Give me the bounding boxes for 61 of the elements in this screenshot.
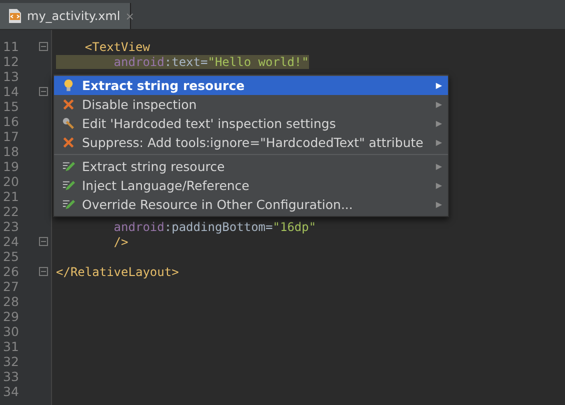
line-number: 26 [2,264,20,279]
wrench-icon [62,117,74,130]
code-token: <TextView [84,40,150,54]
menu-item[interactable]: Disable inspection ▶ [54,95,448,114]
line-number: 20 [2,174,20,189]
line-number: 12 [2,54,20,69]
line-number: 31 [2,339,20,354]
fold-marker-icon[interactable] [39,267,48,276]
code-token: "Hello world!" [208,54,309,68]
line-number: 14 [2,84,20,99]
fold-marker-icon[interactable] [39,87,48,96]
line-number: 30 [2,324,20,339]
code-token: /> [112,234,128,248]
line-number: 22 [2,204,20,219]
submenu-arrow-icon: ▶ [436,138,442,147]
code-token: "16dp" [272,220,316,234]
line-number: 33 [2,369,20,384]
line-number: 13 [2,69,20,84]
line-number: 19 [2,159,20,174]
line-number: 16 [2,114,20,129]
cross-icon [62,136,74,149]
code-token: android [112,220,164,234]
pencil-icon [62,179,74,192]
menu-item[interactable]: Suppress: Add tools:ignore="HardcodedText" attribute ▶ [54,133,448,152]
line-number: 15 [2,99,20,114]
line-number: 17 [2,129,20,144]
line-number: 18 [2,144,20,159]
line-number: 21 [2,189,20,204]
code-token: </RelativeLayout> [56,264,179,278]
line-number: 32 [2,354,20,369]
line-number: 28 [2,294,20,309]
submenu-arrow-icon: ▶ [436,181,442,190]
pencil-icon [62,198,74,211]
menu-item[interactable]: Override Resource in Other Configuration... ▶ [54,195,448,214]
light-bulb-icon [62,79,74,92]
code-token: :paddingBottom= [164,220,273,234]
line-number: 27 [2,279,20,294]
line-number: 25 [2,249,20,264]
fold-marker-icon[interactable] [39,42,48,51]
pencil-icon [62,160,74,173]
file-tab[interactable]: my_activity.xml × [0,3,131,29]
code-token: android [56,54,164,68]
code-token: :text= [164,54,208,68]
menu-item[interactable]: Edit 'Hardcoded text' inspection settings ▶ [54,114,448,133]
menu-item[interactable]: Extract string resource ▶ [54,157,448,176]
submenu-arrow-icon: ▶ [436,81,442,90]
xml-file-icon [8,8,22,24]
submenu-arrow-icon: ▶ [436,100,442,109]
line-number: 11 [2,39,20,54]
cross-icon [62,98,74,111]
line-number: 34 [2,384,20,399]
menu-item[interactable]: Inject Language/Reference ▶ [54,176,448,195]
fold-marker-icon[interactable] [39,237,48,246]
line-number: 29 [2,309,20,324]
submenu-arrow-icon: ▶ [436,119,442,128]
line-number: 24 [2,234,20,249]
tab-label: my_activity.xml [27,9,120,23]
submenu-arrow-icon: ▶ [436,162,442,171]
line-number: 23 [2,219,20,234]
menu-item[interactable]: Extract string resource ▶ [54,76,448,95]
submenu-arrow-icon: ▶ [436,200,442,209]
